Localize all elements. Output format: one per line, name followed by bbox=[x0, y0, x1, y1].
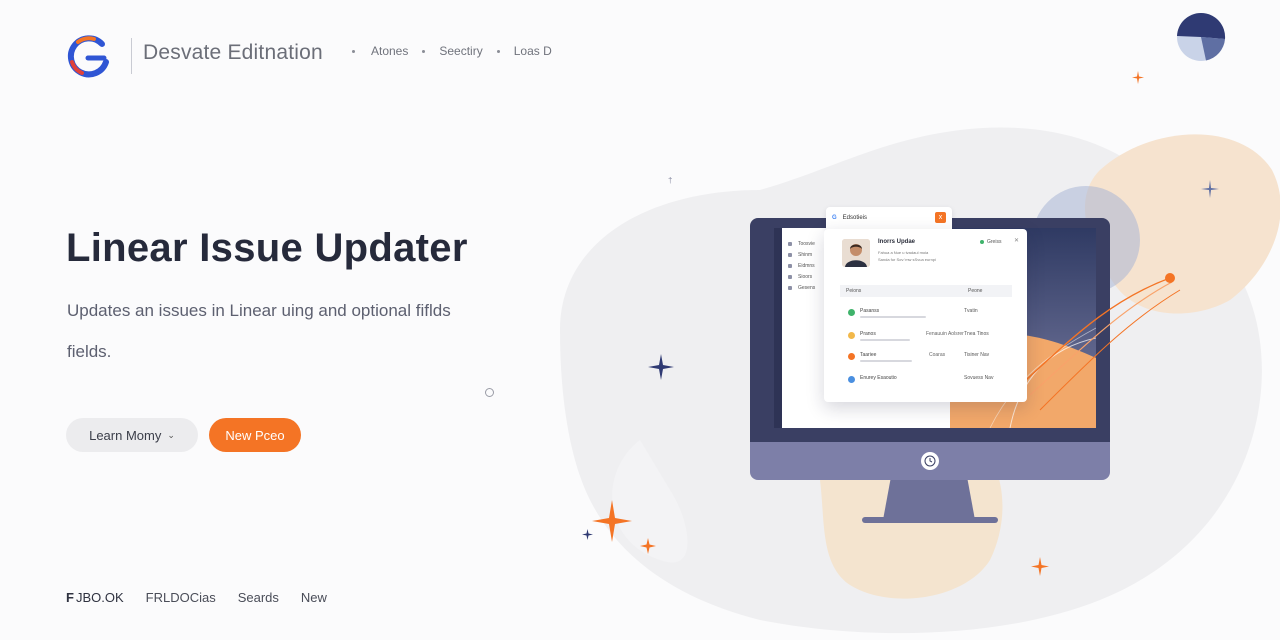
sparkle-icon bbox=[592, 500, 632, 542]
footer-mark: F bbox=[66, 590, 74, 605]
table-row[interactable]: Pasanss Tvatin bbox=[840, 305, 1012, 323]
row-mid: Fenauuin Aolsrer bbox=[926, 331, 964, 337]
sidebar-item-icon bbox=[788, 285, 792, 290]
monitor-stand-base bbox=[862, 517, 998, 523]
hero-subtitle-line1: Updates an issues in Linear uing and opt… bbox=[67, 301, 451, 320]
new-button-label: New Pceo bbox=[225, 427, 285, 443]
sparkle-icon bbox=[1031, 557, 1049, 576]
sidebar-item[interactable]: Eidmns bbox=[788, 260, 815, 271]
row-title: Pranos bbox=[860, 331, 876, 337]
card-title: Inorrs Updae bbox=[878, 239, 916, 245]
monitor-stand bbox=[883, 480, 975, 520]
table-row[interactable]: Taariee Coaras Tisiner Nav bbox=[840, 349, 1012, 367]
footer-links: F JBO.OK FRLDOCias Seards New bbox=[66, 590, 349, 605]
tiny-mark-decor: † bbox=[668, 176, 673, 185]
sidebar-item-label: Gesens bbox=[798, 284, 816, 291]
row-value: Tvatin bbox=[964, 308, 978, 314]
sidebar-item-icon bbox=[788, 274, 792, 279]
sidebar-item-label: Shinm bbox=[798, 251, 813, 258]
footer-link-new[interactable]: New bbox=[301, 590, 327, 605]
sparkle-icon bbox=[1201, 180, 1219, 198]
screen-sidebar-list: Toosvie Shinm Eidmns Sioors Gesens bbox=[788, 238, 815, 293]
status-icon bbox=[848, 332, 855, 339]
sparkle-icon bbox=[582, 529, 593, 540]
sidebar-item-label: Sioors bbox=[798, 273, 813, 280]
hero-subtitle-line2: fields. bbox=[67, 342, 112, 361]
close-icon[interactable]: ✕ bbox=[1014, 237, 1019, 244]
status-label: Greiss bbox=[987, 239, 1002, 245]
sidebar-item[interactable]: Sioors bbox=[788, 271, 815, 282]
footer-link-label: JBO.OK bbox=[75, 590, 124, 605]
footer-link-jbo[interactable]: F JBO.OK bbox=[66, 590, 124, 605]
footer-link-search[interactable]: Seards bbox=[238, 590, 279, 605]
card-desc-line: Sanda fur Sov:'mw sSvua eurnpi bbox=[878, 257, 936, 262]
brand-divider bbox=[131, 38, 132, 74]
row-progress bbox=[860, 339, 910, 341]
screen-sidebar bbox=[774, 228, 782, 428]
tab-label: Edsotieis bbox=[842, 215, 868, 221]
sidebar-item-icon bbox=[788, 241, 792, 246]
nav-link-seectiry[interactable]: Seectiry bbox=[439, 44, 482, 58]
profile-avatar[interactable] bbox=[1176, 12, 1226, 62]
browser-tab[interactable]: G Edsotieis x bbox=[826, 207, 952, 229]
row-mid: Coaras bbox=[929, 352, 946, 358]
nav-separator bbox=[352, 49, 355, 53]
row-value: Sovuess Nav bbox=[964, 375, 994, 381]
sidebar-item[interactable]: Shinm bbox=[788, 249, 815, 260]
sidebar-item-label: Eidmns bbox=[798, 262, 815, 269]
brand-logo[interactable] bbox=[64, 32, 112, 80]
status-icon bbox=[848, 353, 855, 360]
table-row[interactable]: Pranos Fenauuin Aolsrer Tnea Tinos bbox=[840, 328, 1012, 346]
sparkle-icon bbox=[1132, 71, 1144, 84]
sidebar-item[interactable]: Gesens bbox=[788, 282, 815, 293]
sparkle-icon bbox=[640, 538, 656, 554]
row-value: Tnea Tinos bbox=[964, 331, 989, 337]
row-title: Enurey Esaoutio bbox=[860, 375, 897, 381]
tab-favicon-icon: G bbox=[832, 215, 837, 221]
row-progress bbox=[860, 316, 926, 318]
table-header: Peions Peone bbox=[840, 285, 1012, 297]
clock-icon bbox=[921, 452, 939, 470]
sidebar-item-icon bbox=[788, 263, 792, 268]
nav-link-atones[interactable]: Atones bbox=[371, 44, 408, 58]
card-desc-line: Fahua a Nue u tvadaul moia bbox=[878, 250, 929, 255]
status-badge: Greiss bbox=[980, 239, 1001, 245]
hero-subtitle: Updates an issues in Linear uing and opt… bbox=[67, 290, 507, 372]
sidebar-item-label: Toosvie bbox=[798, 240, 815, 247]
row-progress bbox=[860, 360, 912, 362]
monitor-chin bbox=[750, 442, 1110, 480]
table-row[interactable]: Enurey Esaoutio Sovuess Nav bbox=[840, 372, 1012, 390]
issue-card: Inorrs Updae Fahua a Nue u tvadaul moia … bbox=[824, 229, 1027, 402]
status-icon bbox=[848, 309, 855, 316]
learn-more-button[interactable]: Learn Momy ⌄ bbox=[66, 418, 198, 452]
row-value: Tisiner Nav bbox=[964, 352, 990, 358]
chevron-down-icon: ⌄ bbox=[167, 429, 175, 440]
sidebar-item[interactable]: Toosvie bbox=[788, 238, 815, 249]
brand-name[interactable]: Desvate Editnation bbox=[143, 41, 323, 65]
top-nav: Atones Seectiry Loas D bbox=[352, 44, 552, 58]
row-title: Taariee bbox=[860, 352, 877, 358]
sparkle-icon bbox=[648, 354, 674, 380]
table-header-left: Peions bbox=[846, 288, 862, 294]
avatar bbox=[842, 239, 870, 267]
row-title: Pasanss bbox=[860, 308, 880, 314]
learn-more-label: Learn Momy bbox=[89, 427, 162, 443]
new-button[interactable]: New Pceo bbox=[209, 418, 301, 452]
page-title: Linear Issue Updater bbox=[66, 226, 468, 270]
sidebar-item-icon bbox=[788, 252, 792, 257]
footer-link-docs[interactable]: FRLDOCias bbox=[146, 590, 216, 605]
nav-link-loas[interactable]: Loas D bbox=[514, 44, 552, 58]
status-icon bbox=[848, 376, 855, 383]
tab-close-icon[interactable]: x bbox=[935, 212, 946, 223]
nav-separator bbox=[496, 49, 500, 53]
table-header-right: Peone bbox=[968, 288, 983, 294]
nav-separator bbox=[422, 49, 426, 53]
status-dot-icon bbox=[980, 240, 984, 244]
ring-decor bbox=[485, 388, 494, 397]
